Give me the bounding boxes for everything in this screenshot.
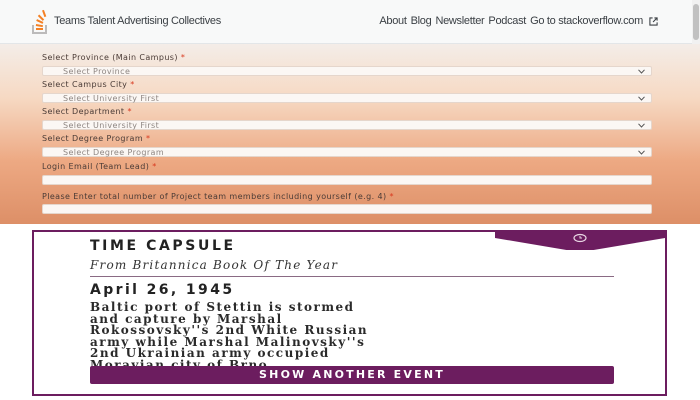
event-date: April 26, 1945 xyxy=(90,282,235,298)
city-label: Select Campus City * xyxy=(42,80,135,89)
department-label: Select Department * xyxy=(42,107,132,116)
login-email-label: Login Email (Team Lead) * xyxy=(42,162,157,171)
degree-label: Select Degree Program * xyxy=(42,134,150,143)
capsule-title: TIME CAPSULE xyxy=(90,238,236,254)
event-description: Baltic port of Stettin is stormed and ca… xyxy=(90,301,620,371)
degree-program-select[interactable]: Select Degree Program xyxy=(42,147,652,157)
chevron-down-icon xyxy=(638,150,645,155)
province-select[interactable]: Select Province xyxy=(42,66,652,76)
nav-link-about[interactable]: About xyxy=(379,15,407,27)
chevron-down-icon xyxy=(638,123,645,128)
team-members-field[interactable] xyxy=(42,204,652,214)
required-mark: * xyxy=(127,107,132,116)
province-select-value: Select Province xyxy=(63,67,131,76)
degree-label-text: Select Degree Program xyxy=(42,134,144,143)
department-label-text: Select Department xyxy=(42,107,125,116)
nav-link-podcast[interactable]: Podcast xyxy=(488,15,526,27)
chevron-down-icon xyxy=(638,69,645,74)
external-link-icon[interactable] xyxy=(649,16,658,26)
nav-link-newsletter[interactable]: Newsletter xyxy=(435,15,484,27)
scrollbar-track[interactable] xyxy=(692,0,700,44)
department-select[interactable]: Select University First xyxy=(42,120,652,130)
required-mark: * xyxy=(130,80,135,89)
province-label-text: Select Province (Main Campus) xyxy=(42,53,178,62)
scrollbar-thumb[interactable] xyxy=(693,4,699,40)
time-capsule-card: TIME CAPSULE From Britannica Book Of The… xyxy=(32,230,667,396)
team-members-label: Please Enter total number of Project tea… xyxy=(42,192,394,201)
capsule-subtitle: From Britannica Book Of The Year xyxy=(90,258,339,272)
nav-link-stackoverflow[interactable]: Go to stackoverflow.com xyxy=(530,15,643,27)
card-corner-tab xyxy=(495,230,665,250)
login-email-label-text: Login Email (Team Lead) xyxy=(42,162,150,171)
city-label-text: Select Campus City xyxy=(42,80,128,89)
brand-products-nav[interactable]: Teams Talent Advertising Collectives xyxy=(54,15,221,27)
department-select-value: Select University First xyxy=(63,121,160,130)
degree-program-select-value: Select Degree Program xyxy=(63,148,165,157)
campus-city-select-value: Select University First xyxy=(63,94,160,103)
clock-icon xyxy=(573,233,587,243)
province-label: Select Province (Main Campus) * xyxy=(42,53,185,62)
login-email-field[interactable] xyxy=(42,175,652,185)
chevron-down-icon xyxy=(638,96,645,101)
required-mark: * xyxy=(180,53,186,62)
required-mark: * xyxy=(152,162,157,171)
show-another-event-button[interactable]: SHOW ANOTHER EVENT xyxy=(90,366,614,384)
nav-links: About Blog Newsletter Podcast Go to stac… xyxy=(379,15,658,27)
divider xyxy=(90,276,614,277)
campus-city-select[interactable]: Select University First xyxy=(42,93,652,103)
required-mark: * xyxy=(389,192,394,201)
registration-form: Select Province (Main Campus) * Select Pr… xyxy=(0,44,700,224)
stackoverflow-logo-icon[interactable] xyxy=(31,9,49,35)
nav-link-blog[interactable]: Blog xyxy=(411,15,432,27)
top-navigation-bar: Teams Talent Advertising Collectives Abo… xyxy=(0,0,700,44)
required-mark: * xyxy=(146,134,151,143)
team-members-label-text: Please Enter total number of Project tea… xyxy=(42,192,387,201)
